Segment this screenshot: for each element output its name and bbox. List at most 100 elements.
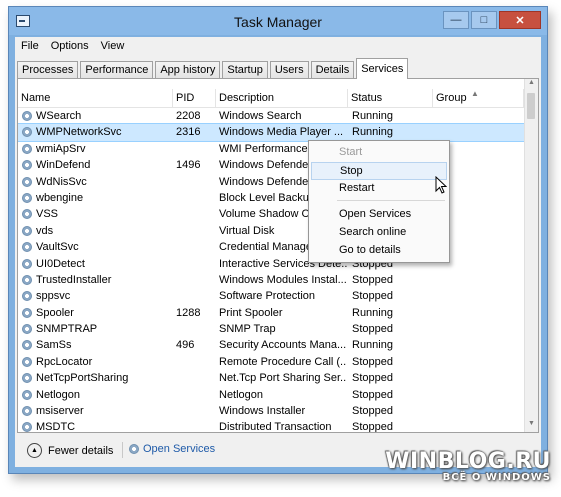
scroll-up-icon[interactable]: ▲ <box>525 79 538 91</box>
service-name: WSearch <box>36 110 82 122</box>
service-gear-icon <box>22 291 32 302</box>
table-row[interactable]: SNMPTRAP SNMP Trap Stopped <box>18 321 524 337</box>
tab-strip: Processes Performance App history Startu… <box>17 57 410 79</box>
open-services-link[interactable]: Open Services <box>129 443 215 455</box>
service-gear-icon <box>22 242 32 253</box>
table-row[interactable]: Netlogon Netlogon Stopped <box>18 387 524 403</box>
service-name: SNMPTRAP <box>36 323 98 336</box>
mouse-cursor-icon <box>435 176 447 194</box>
service-description: Distributed Transaction <box>219 421 332 432</box>
table-row[interactable]: WMPNetworkSvc 2316 Windows Media Player ..… <box>18 123 524 142</box>
service-name: WinDefend <box>36 159 91 172</box>
service-status: Running <box>352 306 393 319</box>
tab-app-history[interactable]: App history <box>155 61 221 79</box>
service-name: msiserver <box>36 405 84 418</box>
service-name: VSS <box>36 208 59 221</box>
column-group[interactable]: Group ▲ <box>433 89 524 107</box>
service-name: Spooler <box>36 306 74 319</box>
table-row[interactable]: TrustedInstaller Windows Modules Instal..… <box>18 272 524 288</box>
service-name: vds <box>36 224 54 237</box>
service-gear-icon <box>22 422 32 432</box>
service-gear-icon <box>22 225 32 236</box>
service-description: Remote Procedure Call (... <box>219 355 347 368</box>
column-status[interactable]: Status <box>348 89 433 107</box>
service-name: NetTcpPortSharing <box>36 372 129 385</box>
table-row[interactable]: RpcLocator Remote Procedure Call (... Stop… <box>18 354 524 370</box>
service-gear-icon <box>22 356 32 367</box>
context-menu: Start Stop Restart Open Services Search … <box>308 140 450 263</box>
service-status: Stopped <box>352 372 393 385</box>
tab-details[interactable]: Details <box>310 61 355 79</box>
chevron-up-icon: ▲ <box>27 443 42 458</box>
service-name: wbengine <box>36 191 84 204</box>
column-description[interactable]: Description <box>216 89 348 107</box>
service-status: Stopped <box>352 355 393 368</box>
maximize-icon: □ <box>480 14 488 26</box>
vertical-scrollbar[interactable]: ▲ ▼ <box>524 79 538 432</box>
service-status: Stopped <box>352 323 393 336</box>
maximize-button[interactable]: □ <box>471 11 497 29</box>
service-description: Netlogon <box>219 388 264 401</box>
service-description: Print Spooler <box>219 306 283 319</box>
service-pid: 1496 <box>176 159 201 172</box>
context-open-services[interactable]: Open Services <box>311 205 447 223</box>
scroll-down-icon[interactable]: ▼ <box>525 420 538 432</box>
menu-options[interactable]: Options <box>45 40 95 56</box>
service-status: Stopped <box>352 388 393 401</box>
context-go-to-details[interactable]: Go to details <box>311 241 447 259</box>
service-status: Running <box>352 126 393 139</box>
service-pid: 2316 <box>176 126 201 139</box>
watermark-logo: WINBLOG.RU ВСЁ О WINDOWS <box>385 449 551 483</box>
service-gear-icon <box>22 373 32 384</box>
context-stop[interactable]: Stop <box>311 162 447 180</box>
service-description: Software Protection <box>219 290 315 303</box>
service-description: Net.Tcp Port Sharing Ser... <box>219 372 347 385</box>
close-icon: ✕ <box>515 14 525 27</box>
context-restart[interactable]: Restart <box>311 179 447 197</box>
watermark-title: WINBLOG.RU <box>385 449 551 474</box>
scrollbar-thumb[interactable] <box>527 93 535 119</box>
gear-icon <box>129 444 139 454</box>
service-name: SamSs <box>36 339 72 352</box>
tab-performance[interactable]: Performance <box>80 61 154 79</box>
tab-processes[interactable]: Processes <box>17 61 79 79</box>
service-description: SNMP Trap <box>219 323 276 336</box>
table-row[interactable]: NetTcpPortSharing Net.Tcp Port Sharing Se… <box>18 370 524 386</box>
fewer-details-button[interactable]: ▲ Fewer details <box>27 443 113 458</box>
tab-startup[interactable]: Startup <box>222 61 268 79</box>
minimize-button[interactable]: — <box>443 11 469 29</box>
services-panel: Name PID Description Status Group ▲ WSea… <box>17 78 539 433</box>
service-gear-icon <box>22 143 32 154</box>
service-gear-icon <box>22 160 32 171</box>
window-controls: — □ ✕ <box>443 11 541 29</box>
context-search-online[interactable]: Search online <box>311 223 447 241</box>
tab-services[interactable]: Services <box>356 58 409 79</box>
table-row[interactable]: WSearch 2208 Windows Search Running <box>18 108 524 124</box>
tab-users[interactable]: Users <box>269 61 309 79</box>
table-row[interactable]: msiserver Windows Installer Stopped <box>18 403 524 419</box>
close-button[interactable]: ✕ <box>499 11 541 29</box>
menu-file[interactable]: File <box>15 40 45 56</box>
title-bar[interactable]: Task Manager — □ ✕ <box>9 7 547 35</box>
context-start[interactable]: Start <box>311 143 447 161</box>
service-gear-icon <box>22 324 32 335</box>
service-name: TrustedInstaller <box>36 273 112 286</box>
service-status: Stopped <box>352 290 393 303</box>
service-gear-icon <box>22 176 32 187</box>
table-row[interactable]: MSDTC Distributed Transaction Stopped <box>18 419 524 432</box>
column-pid[interactable]: PID <box>173 89 216 107</box>
menu-view[interactable]: View <box>95 40 131 56</box>
service-description: Security Accounts Mana... <box>219 339 347 352</box>
open-services-label: Open Services <box>143 443 216 455</box>
service-status: Stopped <box>352 421 393 432</box>
column-name[interactable]: Name <box>18 89 173 107</box>
service-status: Running <box>352 339 393 352</box>
table-row[interactable]: Spooler 1288 Print Spooler Running <box>18 305 524 321</box>
table-row[interactable]: sppsvc Software Protection Stopped <box>18 288 524 304</box>
service-gear-icon <box>22 111 32 121</box>
service-name: UI0Detect <box>36 257 85 270</box>
minimize-icon: — <box>450 14 462 26</box>
service-pid: 1288 <box>176 306 201 319</box>
table-row[interactable]: SamSs 496 Security Accounts Mana... Running <box>18 337 524 353</box>
service-name: wmiApSrv <box>36 142 86 155</box>
